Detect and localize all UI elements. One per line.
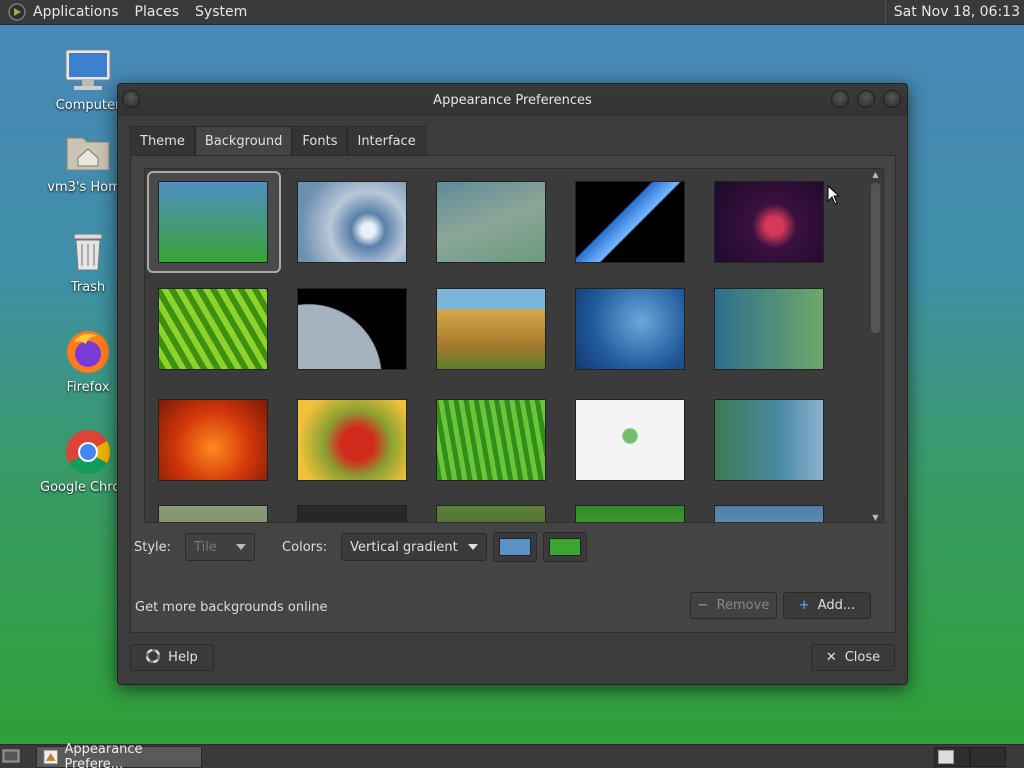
tab-theme[interactable]: Theme (130, 126, 195, 156)
add-label: Add... (817, 598, 856, 613)
wallpaper-grid[interactable]: ▲ ▼ (144, 168, 884, 523)
close-button[interactable]: ✕ Close (811, 644, 895, 671)
wallpaper-thumbnail[interactable] (297, 505, 407, 522)
scroll-down-arrow-icon[interactable]: ▼ (871, 514, 880, 522)
trash-icon (73, 233, 103, 271)
wallpaper-thumbnail[interactable] (158, 288, 268, 370)
add-button[interactable]: + Add... (783, 592, 871, 619)
help-button[interactable]: Help (130, 644, 214, 671)
minus-icon: − (697, 598, 709, 613)
wallpaper-thumbnail[interactable] (714, 399, 824, 481)
minimize-button[interactable] (831, 90, 849, 108)
scrollbar-thumb[interactable] (871, 183, 880, 333)
colors-combo-value: Vertical gradient (350, 539, 458, 555)
close-icon: ✕ (825, 650, 837, 665)
close-window-button[interactable] (883, 90, 901, 108)
tab-fonts[interactable]: Fonts (292, 126, 348, 156)
show-desktop-icon[interactable] (2, 748, 20, 764)
style-combo-value: Tile (194, 539, 217, 555)
taskbar-item-appearance[interactable]: Appearance Prefere... (36, 742, 202, 768)
wallpaper-thumbnail[interactable] (575, 181, 685, 263)
wallpaper-thumbnail[interactable] (575, 505, 685, 522)
wallpaper-thumbnail[interactable] (158, 505, 268, 522)
window-content: Theme Background Fonts Interface ▲ ▼ Sty… (130, 126, 896, 633)
workspace-2[interactable] (970, 747, 1006, 767)
wallpaper-thumbnail[interactable] (158, 399, 268, 481)
wallpaper-thumbnail[interactable] (297, 181, 407, 263)
wallpaper-thumbnail[interactable] (436, 399, 546, 481)
scroll-up-arrow-icon[interactable]: ▲ (871, 171, 880, 179)
firefox-icon (67, 331, 109, 373)
tab-bar: Theme Background Fonts Interface (130, 126, 896, 156)
help-lifebuoy-icon (145, 648, 161, 667)
secondary-color-button[interactable] (543, 532, 588, 562)
background-panel: ▲ ▼ Style: Tile Colors: Vertical gradien… (130, 155, 896, 633)
wallpaper-thumbnail[interactable] (575, 399, 685, 481)
wallpaper-thumbnail[interactable] (436, 505, 546, 522)
mouse-cursor-icon (827, 185, 839, 205)
chevron-down-icon (236, 544, 247, 550)
tab-interface[interactable]: Interface (347, 126, 426, 156)
wallpaper-thumbnail[interactable] (436, 288, 546, 370)
secondary-color-swatch (549, 538, 582, 556)
bottom-panel: Appearance Prefere... (0, 742, 1024, 768)
maximize-button[interactable] (857, 90, 875, 108)
window-title: Appearance Preferences (433, 92, 592, 108)
home-folder-icon (66, 137, 110, 171)
plus-icon: + (798, 598, 810, 613)
menu-system[interactable]: System (195, 4, 247, 20)
wallpaper-thumbnail[interactable] (158, 181, 268, 263)
more-backgrounds-link[interactable]: Get more backgrounds online (135, 600, 328, 615)
style-label: Style: (134, 539, 172, 555)
wallpaper-thumbnail[interactable] (714, 181, 824, 263)
clock[interactable]: Sat Nov 18, 06:13 (894, 4, 1020, 20)
close-label: Close (844, 650, 881, 665)
chevron-down-icon (468, 544, 479, 550)
menu-applications[interactable]: Applications (33, 4, 119, 20)
distro-logo-icon[interactable] (7, 2, 27, 22)
scrollbar[interactable]: ▲ ▼ (869, 169, 883, 522)
colors-combo[interactable]: Vertical gradient (341, 533, 488, 561)
style-combo[interactable]: Tile (185, 533, 256, 561)
remove-button[interactable]: − Remove (690, 592, 777, 619)
wallpaper-thumbnail[interactable] (297, 399, 407, 481)
tab-background[interactable]: Background (194, 126, 293, 156)
primary-color-button[interactable] (493, 532, 538, 562)
panel-separator (884, 2, 886, 22)
workspace-window-preview (938, 750, 954, 764)
window-titlebar[interactable]: Appearance Preferences (118, 84, 907, 116)
primary-color-swatch (499, 538, 532, 556)
computer-icon (65, 49, 111, 90)
wallpaper-thumbnail[interactable] (714, 505, 824, 522)
chrome-icon (66, 430, 110, 474)
taskbar-item-label: Appearance Prefere... (64, 742, 143, 768)
colors-label: Colors: (282, 539, 328, 555)
appearance-preferences-window: Appearance Preferences Theme Background … (117, 83, 908, 685)
wallpaper-thumbnail[interactable] (436, 181, 546, 263)
remove-label: Remove (716, 598, 770, 613)
help-label: Help (168, 650, 198, 665)
window-menu-button[interactable] (122, 90, 140, 108)
style-colors-row: Style: Tile Colors: Vertical gradient (134, 532, 588, 562)
workspace-1[interactable] (934, 747, 970, 767)
wallpaper-thumbnail[interactable] (297, 288, 407, 370)
wallpaper-thumbnail[interactable] (714, 288, 824, 370)
top-panel: Applications Places System Sat Nov 18, 0… (0, 0, 1024, 25)
menu-places[interactable]: Places (135, 4, 180, 20)
appearance-app-icon (43, 749, 59, 765)
wallpaper-thumbnail[interactable] (575, 288, 685, 370)
